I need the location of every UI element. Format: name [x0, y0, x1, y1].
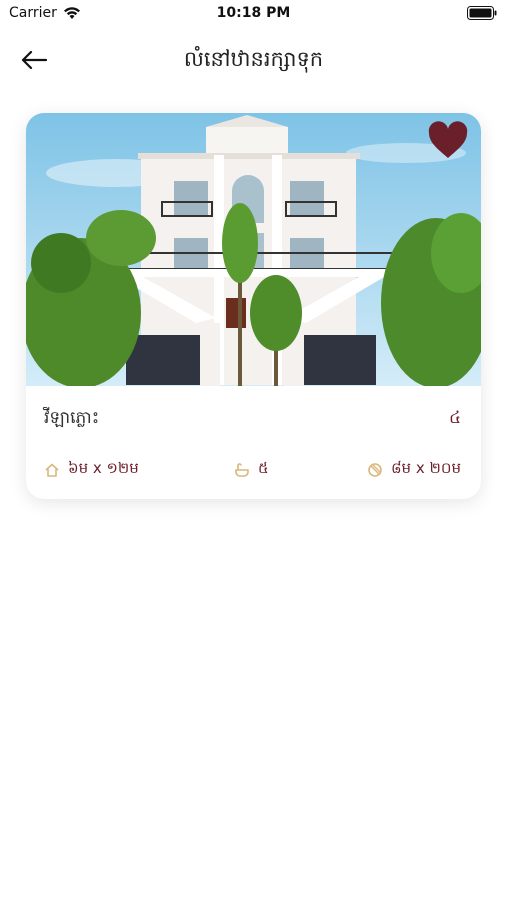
battery-icon — [467, 6, 497, 20]
floor-size-value: ៦ម x ១២ម — [68, 459, 139, 477]
floor-size-spec: ៦ម x ១២ម — [44, 459, 139, 481]
bathroom-icon — [235, 463, 249, 477]
land-size-icon — [368, 463, 382, 477]
property-card[interactable]: វីឡាភ្លោះ ៤ ៦ម x ១២ម ៥ ៨ម x ២០ម — [26, 113, 481, 499]
property-specs-row: ៦ម x ១២ម ៥ ៨ម x ២០ម — [26, 459, 481, 483]
bathroom-count: ៥ — [258, 459, 269, 477]
navigation-bar: លំនៅឋានរក្សាទុក — [0, 40, 507, 80]
page-title: លំនៅឋានរក្សាទុក — [183, 47, 324, 71]
house-size-icon — [45, 463, 59, 477]
property-type-label: វីឡាភ្លោះ — [44, 408, 100, 428]
status-time: 10:18 PM — [216, 5, 291, 21]
property-title-row: វីឡាភ្លោះ ៤ — [26, 407, 481, 435]
property-count: ៤ — [448, 408, 461, 428]
heart-icon[interactable] — [427, 121, 469, 161]
property-photo[interactable] — [26, 113, 481, 386]
land-size-spec: ៨ម x ២០ម — [367, 459, 461, 481]
land-size-value: ៨ម x ២០ម — [390, 459, 461, 477]
bathroom-spec: ៥ — [234, 459, 269, 481]
status-bar: Carrier 10:18 PM — [0, 0, 507, 28]
